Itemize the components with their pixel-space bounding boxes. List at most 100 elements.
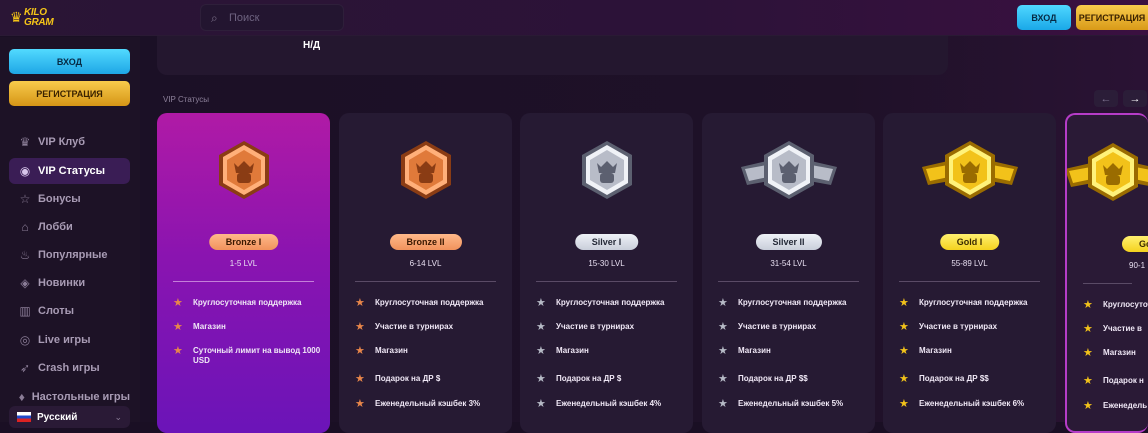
vip-status-card[interactable]: Bronze II 6-14 LVL ★ Круглосуточная поддерж… (339, 113, 512, 433)
feature-text: Магазин (919, 346, 952, 355)
sidebar-item[interactable]: ⌂ Лобби (9, 214, 130, 240)
feature-item: ★ Подарок на ДР $$ (718, 374, 808, 385)
star-icon: ★ (536, 345, 546, 357)
language-select[interactable]: Русский ⌄ (9, 406, 130, 428)
cards-icon: ♦ (18, 390, 25, 404)
status-name-badge: Gold I (939, 234, 1000, 250)
star-icon: ★ (1083, 400, 1093, 412)
sidebar-login-button[interactable]: ВХОД (9, 49, 130, 74)
feature-text: Участие в турнирах (556, 322, 635, 331)
divider (536, 281, 677, 282)
bronze-badge-icon (194, 139, 294, 210)
previous-section-card: Н/Д (157, 36, 948, 75)
search-box[interactable]: ⌕ (200, 4, 344, 31)
star-icon: ★ (355, 398, 365, 410)
vip-status-card[interactable]: Silver II 31-54 LVL ★ Круглосуточная поддер… (702, 113, 875, 433)
feature-item: ★ Подарок н (1083, 376, 1144, 387)
sidebar-item-label: Слоты (38, 305, 75, 317)
sidebar-item[interactable]: ➶ Crash игры (9, 355, 130, 381)
divider (899, 281, 1040, 282)
feature-text: Магазин (375, 346, 408, 355)
status-name-badge: Bronze II (389, 234, 462, 250)
silver-badge-icon (557, 139, 657, 210)
silver-badge-icon (739, 139, 839, 210)
level-range: 6-14 LVL (409, 259, 442, 268)
live-icon: ◎ (19, 333, 31, 347)
star-icon: ★ (899, 345, 909, 357)
level-range: 31-54 LVL (770, 259, 807, 268)
star-icon: ★ (173, 297, 183, 309)
vip-status-card[interactable]: Gold I 55-89 LVL ★ Круглосуточная поддержка… (883, 113, 1056, 433)
sidebar-item-label: Новинки (38, 277, 86, 289)
feature-text: Суточный лимит на вывод 1000 USD (193, 346, 321, 365)
home-icon: ⌂ (21, 220, 29, 234)
carousel-next-button[interactable]: → (1123, 90, 1147, 107)
main-content: Н/Д VIP Статусы ← → Bronze I 1-5 LVL ★ Круг… (140, 36, 1148, 433)
star-icon: ★ (355, 297, 365, 309)
crown-logo-icon: ♛ (10, 9, 23, 25)
sidebar-item[interactable]: ♨ Популярные (9, 242, 130, 268)
star-icon: ★ (536, 321, 546, 333)
section-title: VIP Статусы (163, 95, 210, 104)
site-logo[interactable]: ♛ KILO GRAM (10, 5, 62, 31)
gold-badge-icon (1067, 141, 1148, 212)
feature-text: Круглосуточная поддержка (919, 298, 1028, 307)
status-name-badge: Silver I (574, 234, 639, 250)
feature-text: Круглосуточная поддержка (193, 298, 302, 307)
logo-text: KILO GRAM (24, 7, 54, 28)
sidebar-item-label: Лобби (38, 221, 73, 233)
star-icon: ★ (1083, 299, 1093, 311)
feature-text: Участие в (1103, 324, 1142, 333)
slots-icon: ▥ (19, 304, 31, 318)
feature-text: Еженедельный кэшбек 4% (556, 399, 662, 408)
sidebar-item[interactable]: ♛ VIP Клуб (9, 129, 130, 155)
bronze-badge-icon (376, 139, 476, 210)
sidebar-item[interactable]: ◈ Новинки (9, 270, 130, 296)
feature-text: Подарок на ДР $ (556, 374, 622, 383)
feature-item: ★ Еженедельный кэшбек 4% (536, 399, 661, 410)
chevron-down-icon: ⌄ (114, 411, 122, 422)
sidebar-item[interactable]: ▥ Слоты (9, 298, 130, 324)
star-icon: ★ (1083, 323, 1093, 335)
feature-text: Магазин (738, 346, 771, 355)
search-input[interactable] (229, 9, 339, 27)
star-icon: ★ (1083, 375, 1093, 387)
star-icon: ★ (899, 321, 909, 333)
carousel-prev-button[interactable]: ← (1094, 90, 1118, 107)
feature-text: Круглосуточная (1103, 300, 1148, 309)
feature-text: Магазин (193, 322, 226, 331)
feature-text: Магазин (556, 346, 589, 355)
feature-item: ★ Круглосуточная поддержка (173, 298, 301, 309)
sidebar-item-label: Бонусы (38, 193, 81, 205)
sidebar-item[interactable]: ☆ Бонусы (9, 186, 130, 212)
feature-text: Подарок на ДР $ (375, 374, 441, 383)
sidebar-item[interactable]: ◎ Live игры (9, 327, 130, 353)
feature-text: Круглосуточная поддержка (556, 298, 665, 307)
header-register-button[interactable]: РЕГИСТРАЦИЯ (1076, 5, 1148, 30)
feature-item: ★ Еженедельный кэшбек 5% (718, 399, 843, 410)
feature-text: Участие в турнирах (919, 322, 998, 331)
feature-text: Подарок на ДР $$ (738, 374, 808, 383)
level-range: 15-30 LVL (588, 259, 625, 268)
sidebar-item-label: Live игры (38, 334, 91, 346)
star-icon: ★ (536, 373, 546, 385)
sidebar-item-label: VIP Клуб (38, 136, 86, 148)
divider (355, 281, 496, 282)
status-name-badge: Go (1122, 236, 1148, 252)
sidebar-item-label: VIP Статусы (38, 165, 106, 177)
feature-item: ★ Магазин (1083, 348, 1136, 359)
star-icon: ★ (899, 398, 909, 410)
feature-text: Подарок на ДР $$ (919, 374, 989, 383)
sidebar-register-button[interactable]: РЕГИСТРАЦИЯ (9, 81, 130, 106)
feature-item: ★ Круглосуточная поддержка (718, 298, 846, 309)
vip-status-card[interactable]: Bronze I 1-5 LVL ★ Круглосуточная поддержка… (157, 113, 330, 433)
vip-status-card[interactable]: Silver I 15-30 LVL ★ Круглосуточная поддерж… (520, 113, 693, 433)
gold-badge-icon (920, 139, 1020, 210)
header-login-button[interactable]: ВХОД (1017, 5, 1071, 30)
star-icon: ★ (718, 345, 728, 357)
vip-status-card[interactable]: Go90-1★Круглосуточная★Участие в★Магазин★… (1065, 113, 1148, 433)
sidebar-item[interactable]: ◉ VIP Статусы (9, 158, 130, 184)
star-icon: ★ (899, 297, 909, 309)
feature-text: Магазин (1103, 348, 1136, 357)
star-icon: ★ (718, 297, 728, 309)
